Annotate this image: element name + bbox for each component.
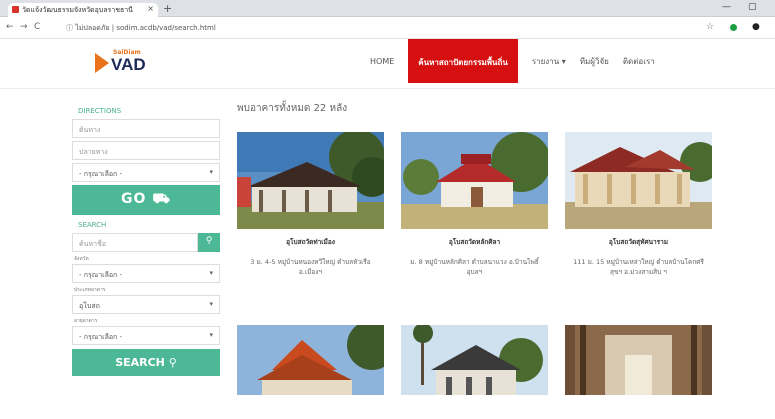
temple-photo[interactable] bbox=[237, 325, 384, 395]
result-grid: อุโบสถวัดท่าเมือง 3 ม. 4-5 หมู่บ้านหนองห… bbox=[237, 132, 727, 395]
directions-select[interactable]: - กรุณาเลือก - bbox=[72, 163, 220, 182]
menu-reports[interactable]: รายงาน ▾ bbox=[532, 55, 566, 68]
back-icon[interactable]: ← bbox=[6, 22, 14, 32]
temple-photo[interactable] bbox=[565, 325, 712, 395]
browser-tab[interactable]: วัดแจ้งวัฒนธรรมจังหวัดอุบลราชธานี × bbox=[8, 3, 158, 17]
car-icon: ⛟ bbox=[152, 191, 171, 207]
menu-search-architecture[interactable]: ค้นหาสถาปัตยกรรมพื้นถิ่น bbox=[408, 39, 518, 83]
origin-input[interactable]: ต้นทาง bbox=[72, 119, 220, 138]
forward-icon[interactable]: → bbox=[20, 22, 28, 32]
lock-icon: ⓘ bbox=[66, 24, 76, 32]
star-icon[interactable]: ☆ bbox=[706, 22, 714, 32]
result-card[interactable]: อุโบสถวัดท่าเมือง 3 ม. 4-5 หมู่บ้านหนองห… bbox=[237, 132, 384, 307]
tab-title: วัดแจ้งวัฒนธรรมจังหวัดอุบลราชธานี bbox=[22, 6, 133, 14]
result-card[interactable] bbox=[565, 325, 712, 395]
sidebar: DIRECTIONS ต้นทาง ปลายทาง - กรุณาเลือก -… bbox=[72, 101, 220, 376]
menu-research-team[interactable]: ทีมผู้วิจัย bbox=[580, 55, 609, 68]
site-logo[interactable]: SaiDiam VAD bbox=[95, 47, 157, 79]
result-count: พบอาคารทั้งหมด 22 หลัง bbox=[237, 103, 348, 114]
search-button[interactable]: SEARCH ⚲ bbox=[72, 349, 220, 376]
minimize-icon[interactable]: — bbox=[722, 2, 731, 12]
go-label: GO bbox=[121, 191, 147, 207]
logo-text: VAD bbox=[111, 55, 146, 74]
result-card[interactable]: อุโบสถวัดหลักศิลา ม. 8 หมู่บ้านหลักศิลา … bbox=[401, 132, 548, 307]
temple-photo[interactable] bbox=[565, 132, 712, 229]
building-age-label: อายุอาคาร bbox=[74, 318, 98, 324]
result-card[interactable] bbox=[401, 325, 548, 395]
temple-photo[interactable] bbox=[237, 132, 384, 229]
extension-icon[interactable] bbox=[730, 24, 737, 31]
address-input[interactable]: ⓘ ไม่ปลอดภัย | sodim.acdb/vad/search.htm… bbox=[60, 21, 700, 35]
building-age-select[interactable]: - กรุณาเลือก - bbox=[72, 326, 220, 345]
search-icon[interactable]: ⚲ bbox=[198, 233, 220, 252]
search-icon: ⚲ bbox=[168, 356, 177, 369]
card-address: 111 ม. 15 หมู่บ้านเหล่าใหญ่ ตำบลบ้านโคกศ… bbox=[573, 258, 704, 276]
maximize-icon[interactable]: ▢ bbox=[748, 2, 757, 12]
page-body: DIRECTIONS ต้นทาง ปลายทาง - กรุณาเลือก -… bbox=[0, 89, 775, 417]
main-menu: HOME ค้นหาสถาปัตยกรรมพื้นถิ่น รายงาน ▾ ท… bbox=[370, 39, 669, 83]
card-address: 3 ม. 4-5 หมู่บ้านหนองหวีใหญ่ ตำบลหัวเรือ… bbox=[250, 258, 371, 276]
card-address: ม. 8 หมู่บ้านหลักศิลา ตำบลนาแวง อ.บ้านโพ… bbox=[410, 258, 539, 276]
new-tab-icon[interactable]: + bbox=[163, 2, 172, 15]
result-card[interactable] bbox=[237, 325, 384, 395]
menu-contact[interactable]: ติดต่อเรา bbox=[623, 55, 655, 68]
card-title[interactable]: อุโบสถวัดหลักศิลา bbox=[401, 237, 548, 247]
building-type-select[interactable]: อุโบสถ bbox=[72, 295, 220, 314]
province-label: จังหวัด bbox=[74, 256, 89, 262]
favicon-icon bbox=[12, 6, 19, 13]
temple-photo[interactable] bbox=[401, 132, 548, 229]
search-label: SEARCH bbox=[78, 221, 107, 229]
building-type-label: ประเภทอาคาร bbox=[74, 287, 106, 293]
province-select[interactable]: - กรุณาเลือก - bbox=[72, 264, 220, 283]
results: พบอาคารทั้งหมด 22 หลัง อุโบสถวัดท่าเมือง… bbox=[237, 101, 727, 395]
card-title[interactable]: อุโบสถวัดท่าเมือง bbox=[237, 237, 384, 247]
close-icon[interactable]: × bbox=[147, 4, 154, 13]
address-bar-row: ← → C ⓘ ไม่ปลอดภัย | sodim.acdb/vad/sear… bbox=[0, 17, 775, 39]
destination-input[interactable]: ปลายทาง bbox=[72, 141, 220, 160]
card-title[interactable]: อุโบสถวัดสุทัศนาราม bbox=[565, 237, 712, 247]
browser-tab-bar: วัดแจ้งวัฒนธรรมจังหวัดอุบลราชธานี × + — … bbox=[0, 0, 775, 17]
directions-label: DIRECTIONS bbox=[78, 107, 122, 115]
profile-icon[interactable]: ● bbox=[752, 22, 760, 32]
url-text: ไม่ปลอดภัย | sodim.acdb/vad/search.html bbox=[75, 24, 216, 32]
keyword-search-row: ค้นหาชื่อ ⚲ bbox=[72, 233, 220, 252]
temple-photo[interactable] bbox=[401, 325, 548, 395]
logo-mark-icon bbox=[95, 53, 109, 73]
site-header: SaiDiam VAD HOME ค้นหาสถาปัตยกรรมพื้นถิ่… bbox=[0, 39, 775, 89]
menu-home[interactable]: HOME bbox=[370, 57, 394, 66]
search-button-label: SEARCH bbox=[115, 356, 165, 369]
go-button[interactable]: GO ⛟ bbox=[72, 185, 220, 215]
keyword-input[interactable]: ค้นหาชื่อ bbox=[72, 233, 198, 252]
result-card[interactable]: อุโบสถวัดสุทัศนาราม 111 ม. 15 หมู่บ้านเห… bbox=[565, 132, 712, 307]
reload-icon[interactable]: C bbox=[34, 22, 40, 32]
